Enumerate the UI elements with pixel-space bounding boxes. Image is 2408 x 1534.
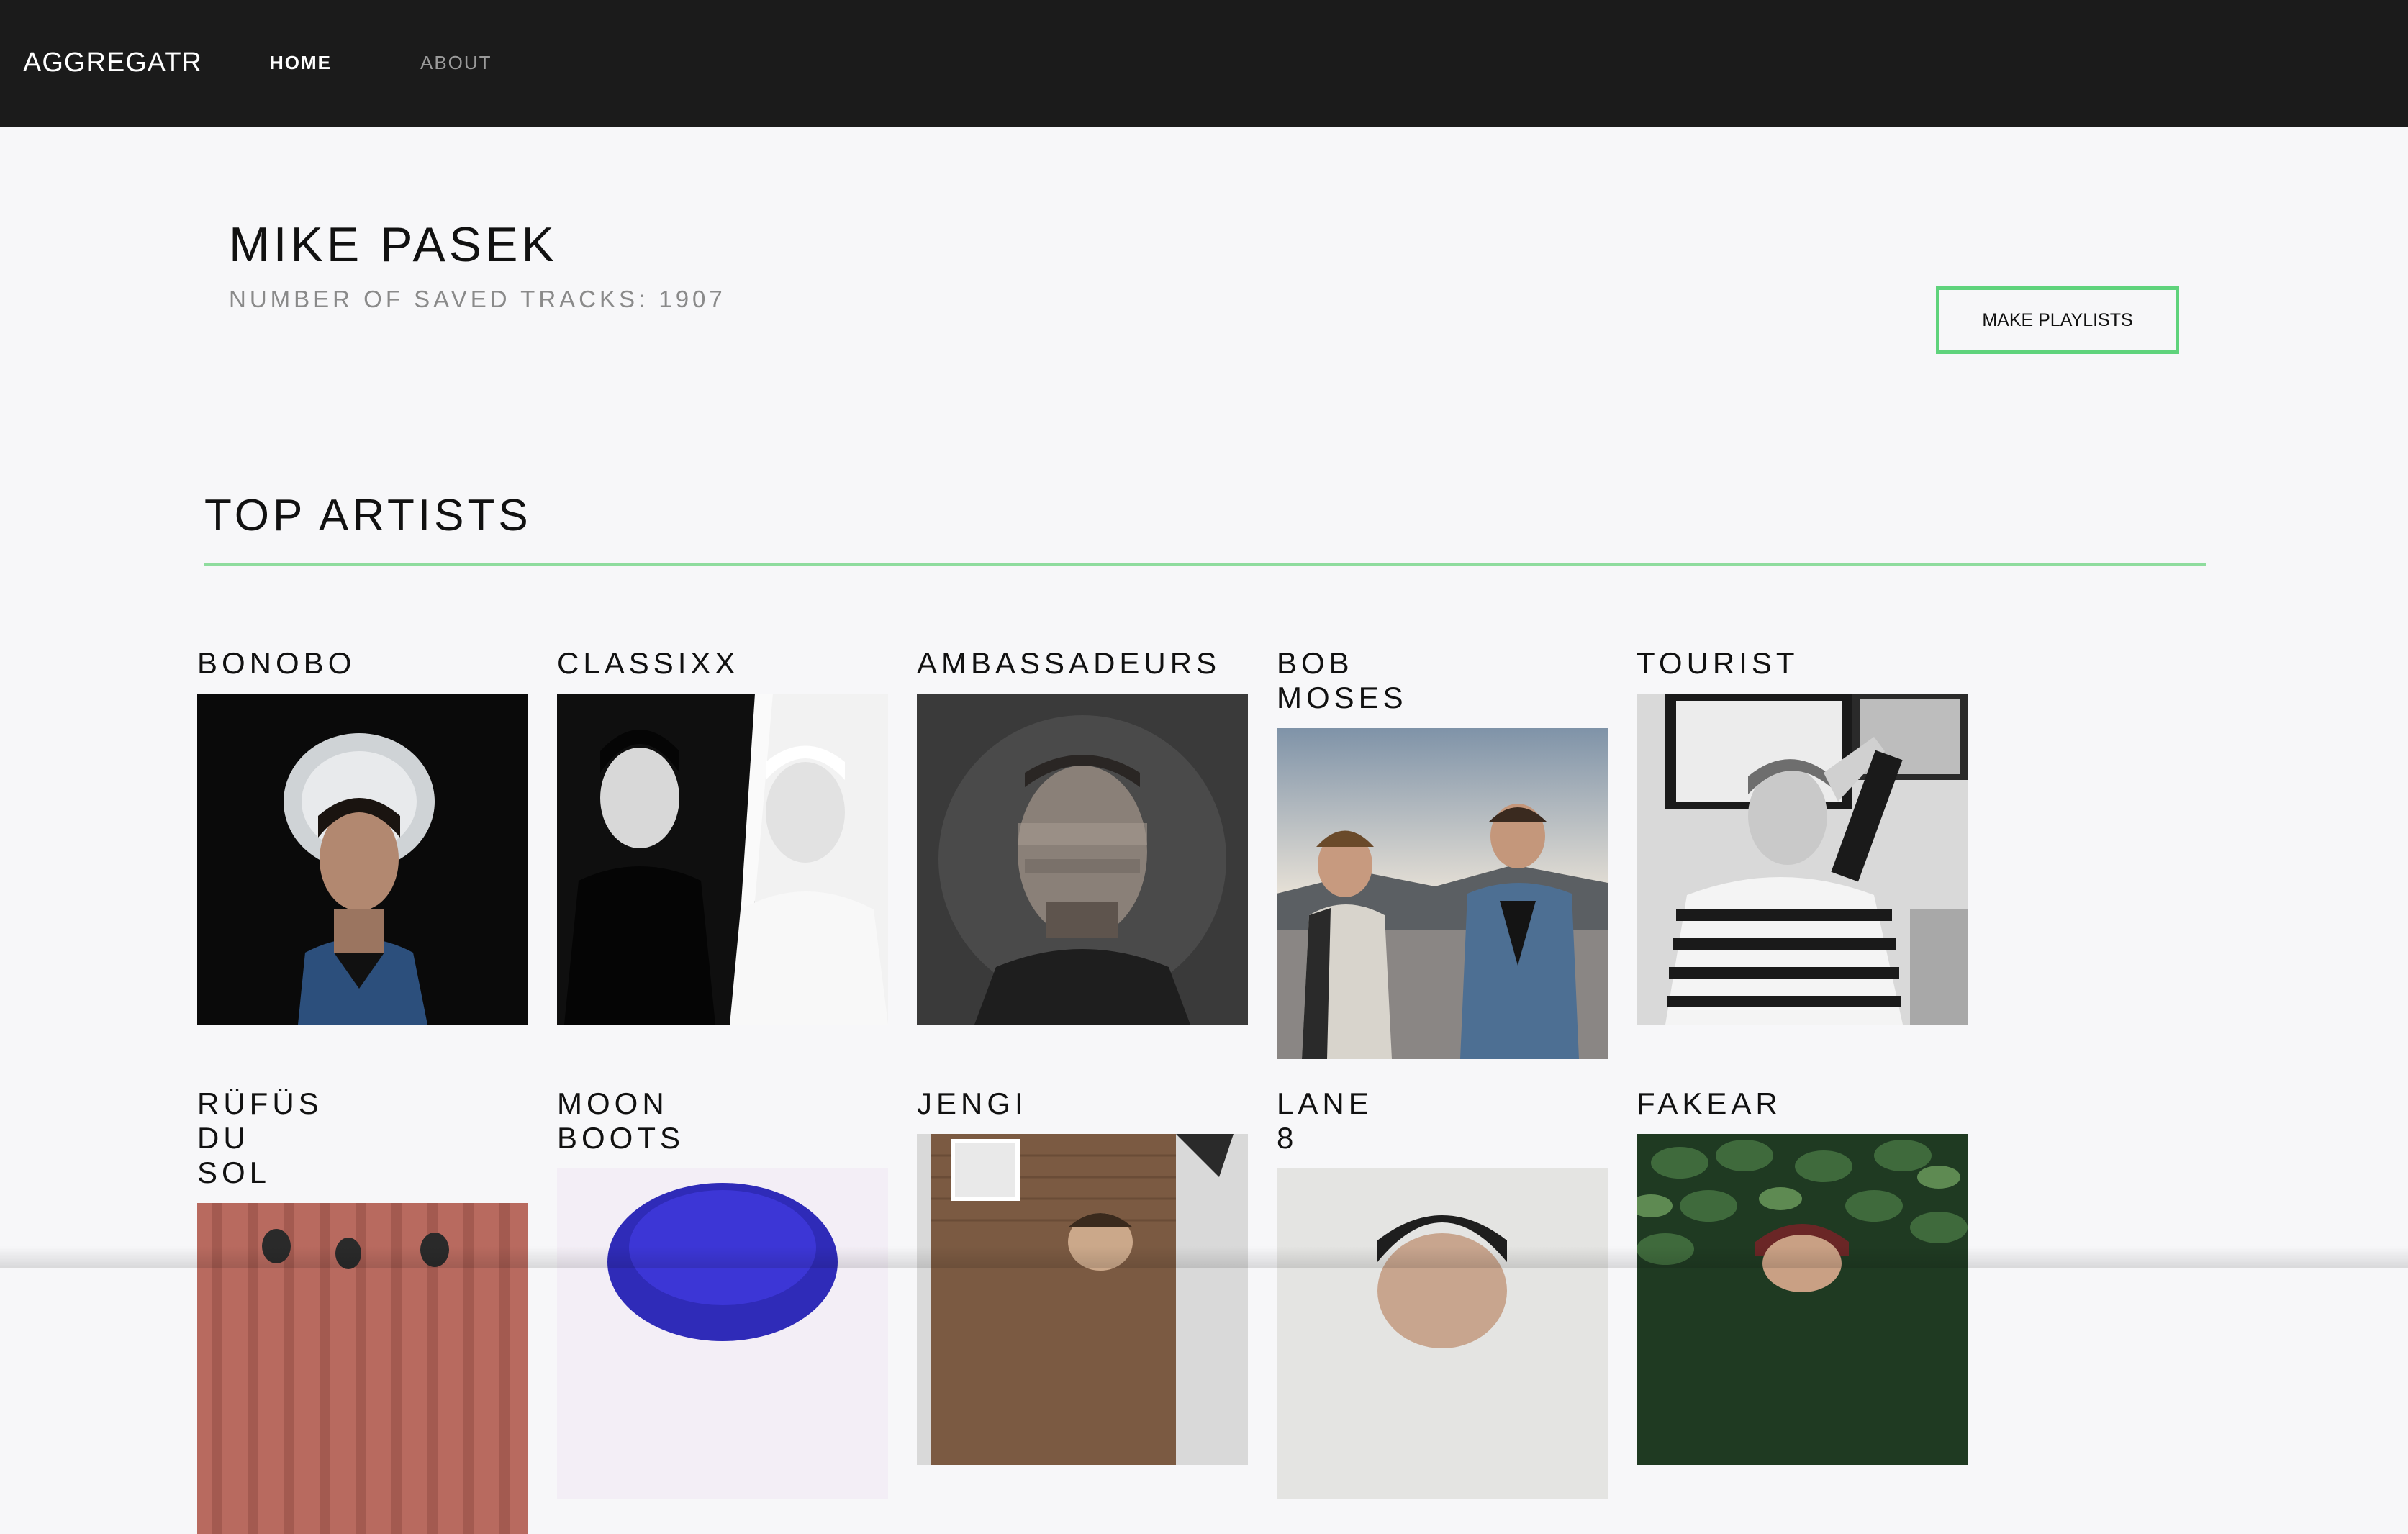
top-artists-heading: TOP ARTISTS <box>204 489 532 543</box>
nav-home-link[interactable]: HOME <box>270 50 332 75</box>
artist-name: AMBASSADEURS <box>917 646 1248 681</box>
artist-photo[interactable] <box>197 694 528 1025</box>
top-nav: AGGREGATR HOME ABOUT <box>0 0 2408 127</box>
profile-name: MIKE PASEK <box>229 216 558 273</box>
artist-name: RÜFÜS DU SOL <box>197 1086 327 1190</box>
artist-photo[interactable] <box>1277 728 1608 1059</box>
artist-card-bob-moses[interactable]: BOB MOSES <box>1277 646 1608 1059</box>
brand-logo-link[interactable]: AGGREGATR <box>23 45 202 81</box>
artist-name: MOON BOOTS <box>557 1086 687 1156</box>
artist-photo[interactable] <box>1637 694 1968 1025</box>
nav-about-link[interactable]: ABOUT <box>420 50 492 75</box>
artist-photo[interactable] <box>1637 1134 1968 1465</box>
artist-photo[interactable] <box>557 1168 888 1499</box>
artist-name: LANE 8 <box>1277 1086 1406 1156</box>
artist-name: JENGI <box>917 1086 1248 1121</box>
artist-card-classixx[interactable]: CLASSIXX <box>557 646 888 1025</box>
artist-card-moon-boots[interactable]: MOON BOOTS <box>557 1086 888 1499</box>
artist-name: FAKEAR <box>1637 1086 1968 1121</box>
bottom-scroll-shadow <box>0 1246 2408 1268</box>
section-divider <box>204 563 2206 566</box>
saved-tracks-count: NUMBER OF SAVED TRACKS: 1907 <box>229 283 726 315</box>
artist-name: BONOBO <box>197 646 528 681</box>
artist-card-fakear[interactable]: FAKEAR <box>1637 1086 1968 1465</box>
artist-card-jengi[interactable]: JENGI <box>917 1086 1248 1465</box>
artist-photo[interactable] <box>917 1134 1248 1465</box>
artist-card-tourist[interactable]: TOURIST <box>1637 646 1968 1025</box>
artist-name: TOURIST <box>1637 646 1968 681</box>
artist-photo[interactable] <box>917 694 1248 1025</box>
artist-name: BOB MOSES <box>1277 646 1406 715</box>
artist-name: CLASSIXX <box>557 646 888 681</box>
artist-card-ambassadeurs[interactable]: AMBASSADEURS <box>917 646 1248 1025</box>
artist-photo[interactable] <box>557 694 888 1025</box>
artist-card-bonobo[interactable]: BONOBO <box>197 646 528 1025</box>
artist-photo[interactable] <box>1277 1168 1608 1499</box>
artist-card-lane-8[interactable]: LANE 8 <box>1277 1086 1608 1499</box>
make-playlists-button[interactable]: MAKE PLAYLISTS <box>1936 286 2179 354</box>
artist-card-rufus-du-sol[interactable]: RÜFÜS DU SOL <box>197 1086 528 1534</box>
